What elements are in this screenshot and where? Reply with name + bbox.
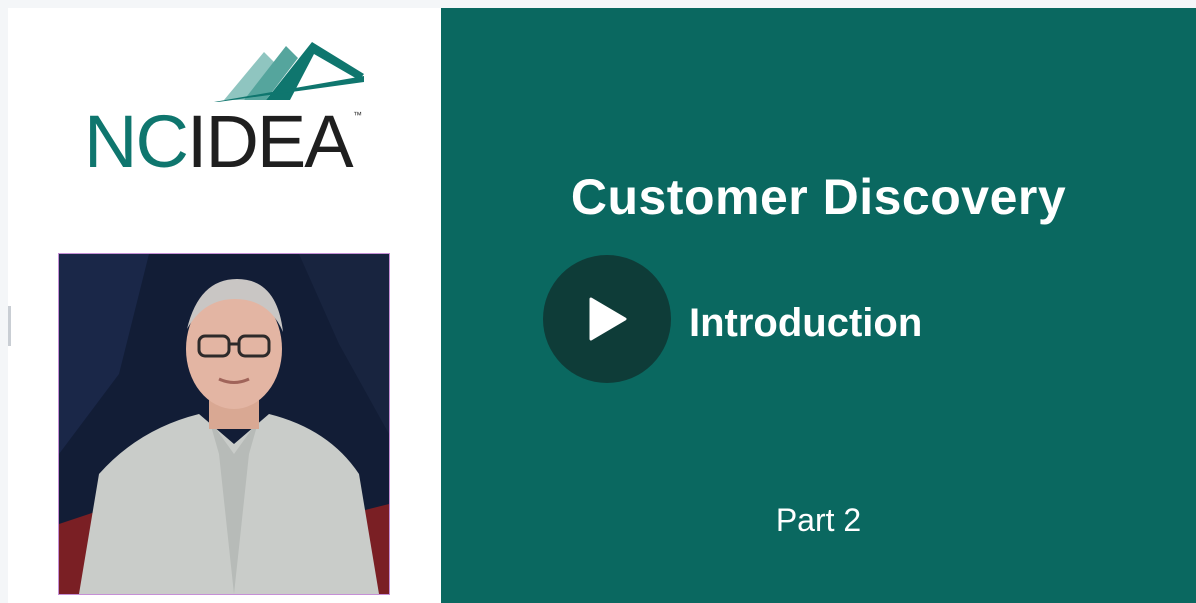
slide-part: Part 2 [775,502,862,538]
slide-subtitle: Introduction [689,301,923,345]
title-slide: Customer Discovery Introduction Part 2 [441,8,1196,603]
presenter-image [59,254,389,594]
play-button[interactable] [543,255,671,383]
logo-nc: NC [84,100,189,183]
presenter-video [58,253,390,595]
logo-wordmark: NCIDEA [84,100,354,183]
ncidea-logo: NCIDEA ™ [84,40,374,183]
video-frame: NCIDEA ™ Customer Discovery Introduction… [8,8,1196,603]
play-icon [589,297,627,341]
slide-title: Customer Discovery [570,169,1067,225]
logo-mark-icon [214,42,364,102]
trademark-mark: ™ [353,110,362,120]
side-handle[interactable] [8,306,11,346]
logo-idea: IDEA [186,100,354,183]
speaker-panel: NCIDEA ™ [8,8,441,603]
